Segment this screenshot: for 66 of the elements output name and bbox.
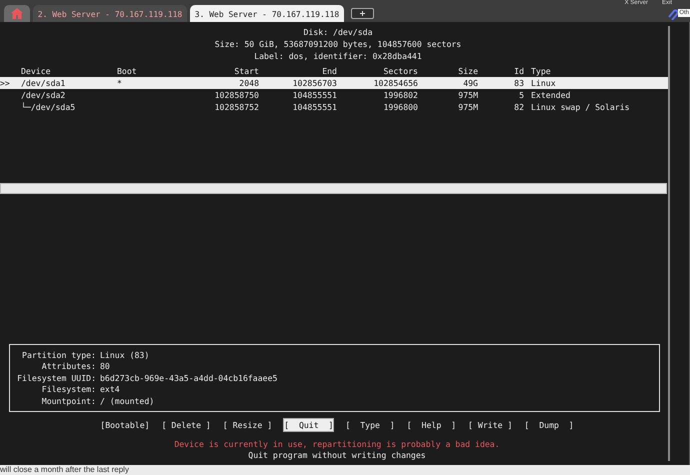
table-cell-text: 2048 <box>238 77 259 89</box>
table-cell-text: 83 <box>513 77 524 89</box>
plus-icon <box>360 11 365 16</box>
table-cell-text: 102854656 <box>372 77 418 89</box>
paperclip-icon[interactable] <box>666 8 678 20</box>
table-cell-text: 1996800 <box>382 101 418 113</box>
table-cell-text: 102858750 <box>214 89 259 101</box>
browser-tab[interactable]: 2. Web Server - 70.167.119.118 <box>33 5 187 22</box>
column-header: Device <box>21 65 52 77</box>
table-cell-text: 1996802 <box>382 89 418 101</box>
info-value: Linux (83) <box>100 350 150 362</box>
column-header: Boot <box>117 65 138 77</box>
menu-button[interactable]: [ Write ] <box>468 419 512 431</box>
menu-button[interactable]: [ Help ] <box>406 419 456 431</box>
table-cell-text: Linux <box>530 77 557 89</box>
info-value: / (mounted) <box>100 396 156 407</box>
menu-button[interactable]: [ Type ] <box>345 419 395 431</box>
warning-message: Device is currently in use, repartitioning is probably a bad idea. <box>173 439 501 450</box>
table-cell-text: 102856703 <box>292 77 337 89</box>
info-value: b6d273cb-969e-43a5-a4dd-04cb16faaee5 <box>100 372 278 384</box>
table-cell-text: /dev/sda2 <box>21 89 66 101</box>
info-value: ext4 <box>100 384 121 396</box>
info-label: Filesystem: <box>40 384 96 396</box>
new-tab-button[interactable] <box>351 8 374 19</box>
disk-info-line: Size: 50 GiB, 53687091200 bytes, 104857600 sectors <box>214 38 462 50</box>
table-cell-text: 104855551 <box>292 89 337 101</box>
disk-info-line: Disk: /dev/sda <box>303 26 372 38</box>
column-header: Id <box>513 65 524 77</box>
table-cell-text: Linux swap / Solaris <box>530 101 631 113</box>
info-label: Filesystem UUID: <box>16 372 96 384</box>
scrollbar[interactable] <box>668 26 670 461</box>
table-cell-text: 49G <box>462 77 478 89</box>
menu-button[interactable]: [ Resize ] <box>222 419 272 431</box>
column-header: Type <box>530 65 552 77</box>
table-cell-text: └─/dev/sda5 <box>21 101 76 113</box>
partition-row[interactable]: >> /dev/sda1 * 2048 102856703 102854656 49G 83 Linux <box>0 77 668 89</box>
disk-info-line: Label: dos, identifier: 0x28dba441 <box>254 50 422 62</box>
info-label: Mountpoint: <box>40 396 96 407</box>
info-value: 80 <box>100 361 111 373</box>
house-icon <box>11 8 23 19</box>
table-cell-text: 102858752 <box>214 101 259 113</box>
home-tab[interactable] <box>4 5 30 22</box>
menu-button[interactable]: [ Delete ] <box>162 419 211 431</box>
column-header: Start <box>233 65 259 77</box>
table-cell-text: Extended <box>530 89 572 101</box>
column-header: End <box>321 65 337 77</box>
footer-text: will close a month after the last reply <box>0 465 129 474</box>
table-cell-text: /dev/sda1 <box>21 77 66 89</box>
table-cell-text: 104855551 <box>292 101 337 113</box>
menu-button[interactable]: [ Quit ] <box>284 419 334 431</box>
menu-button[interactable]: [Bootable] <box>100 419 150 431</box>
table-cell-text: 5 <box>518 89 524 101</box>
info-label: Partition type: <box>21 350 96 362</box>
table-cell-text: 975M <box>457 101 478 113</box>
partition-row[interactable]: /dev/sda2 102858750 104855551 1996802 975M 5 Extended <box>0 89 668 101</box>
hint-text: Quit program without writing changes <box>247 450 427 461</box>
partition-row[interactable]: └─/dev/sda5 102858752 104855551 1996800 975M 82 Linux swap / Solaris <box>0 101 668 113</box>
browser-tab[interactable]: 3. Web Server - 70.167.119.118 <box>190 5 344 22</box>
table-cell-text: 82 <box>513 101 524 113</box>
menu-button[interactable]: [ Dump ] <box>524 419 574 431</box>
row-marker: >> <box>0 77 11 89</box>
column-header: Size <box>457 65 478 77</box>
table-cell-text: * <box>117 77 123 89</box>
info-label: Attributes: <box>40 361 96 373</box>
column-header: Sectors <box>382 65 418 77</box>
table-cell-text: 975M <box>457 89 478 101</box>
